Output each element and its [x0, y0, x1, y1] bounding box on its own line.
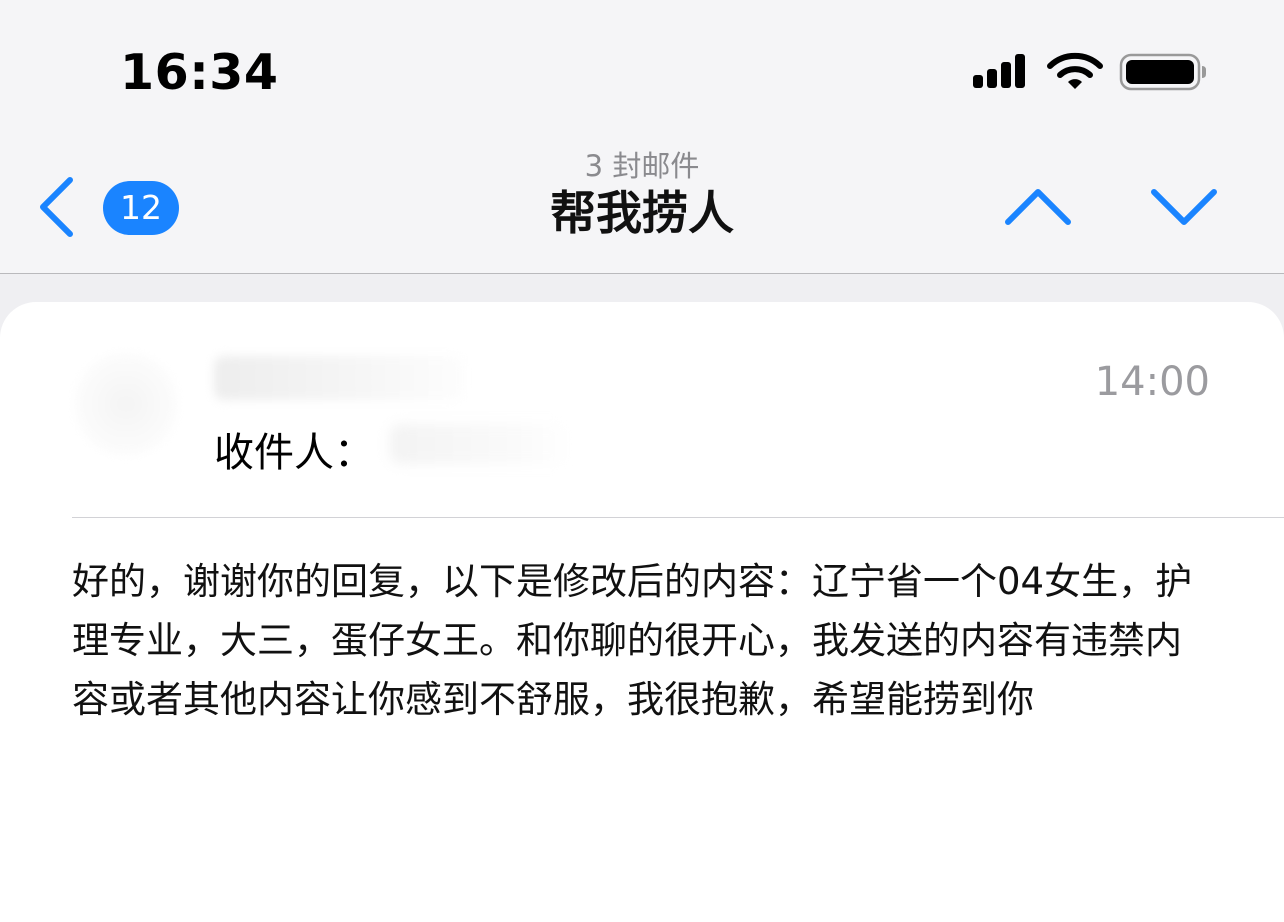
chevron-up-icon[interactable]	[1000, 178, 1076, 234]
message-body: 好的，谢谢你的回复，以下是修改后的内容：辽宁省一个04女生，护理专业，大三，蛋仔…	[72, 560, 1193, 721]
sender-avatar[interactable]	[74, 352, 178, 456]
cellular-signal-icon	[973, 54, 1025, 88]
recipient-label: 收件人：	[214, 430, 374, 476]
page-title: 帮我捞人	[550, 186, 734, 240]
status-bar-icons	[973, 52, 1206, 91]
message-time: 14:00	[1094, 359, 1210, 405]
sender-name[interactable]	[214, 356, 464, 400]
chevron-down-icon[interactable]	[1146, 178, 1222, 234]
navigation-header: 16:34 12 3 封邮件 帮我捞人	[0, 0, 1284, 274]
wifi-icon	[1047, 52, 1103, 89]
header-divider	[72, 517, 1284, 518]
status-bar-time: 16:34	[120, 44, 279, 101]
recipient-value[interactable]	[390, 424, 570, 464]
battery-icon	[1119, 53, 1206, 91]
